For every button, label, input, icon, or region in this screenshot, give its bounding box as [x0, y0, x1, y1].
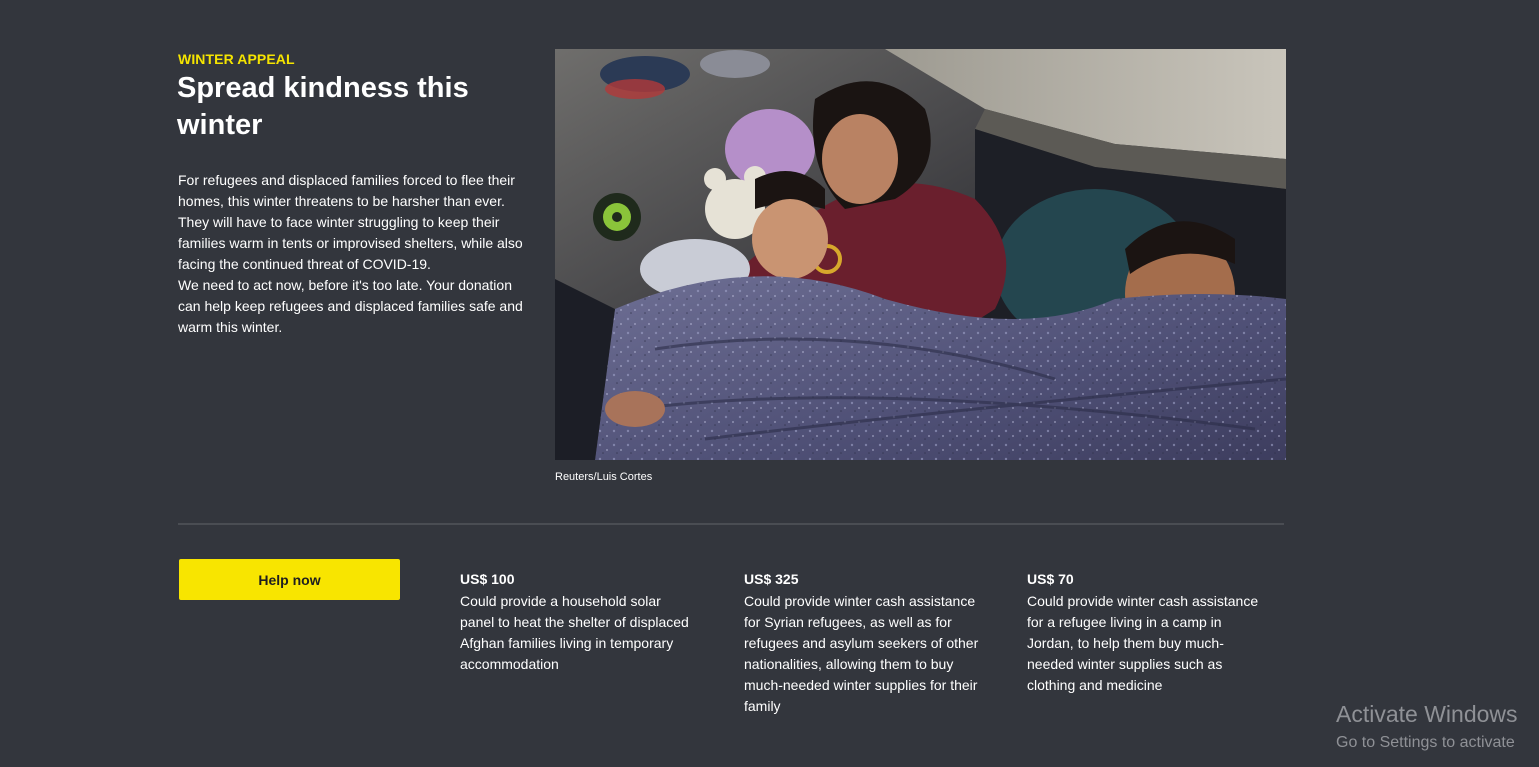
donation-tier: US$ 325 Could provide winter cash assist…: [744, 570, 984, 717]
donation-description: Could provide winter cash assistance for…: [1027, 593, 1259, 693]
photo-caption: Reuters/Luis Cortes: [555, 471, 653, 483]
winter-appeal-section: WINTER APPEAL Spread kindness this winte…: [0, 0, 1539, 767]
page-title: Spread kindness this winter: [177, 72, 469, 141]
activate-windows-watermark: Activate Windows Go to Settings to activ…: [1336, 700, 1518, 754]
donation-amount: US$ 100: [460, 571, 515, 587]
watermark-title: Activate Windows: [1336, 701, 1518, 727]
intro-body: For refugees and displaced families forc…: [178, 170, 528, 338]
intro-paragraph: We need to act now, before it's too late…: [178, 277, 523, 335]
section-divider: [178, 523, 1284, 525]
donation-tier: US$ 100 Could provide a household solar …: [460, 570, 692, 675]
donation-description: Could provide winter cash assistance for…: [744, 593, 979, 714]
watermark-subtitle: Go to Settings to activate: [1336, 734, 1515, 751]
eyebrow-label: WINTER APPEAL: [178, 51, 295, 67]
donation-tier: US$ 70 Could provide winter cash assista…: [1027, 570, 1267, 696]
help-now-button[interactable]: Help now: [179, 559, 400, 600]
hero-photo: [555, 49, 1286, 460]
intro-paragraph: For refugees and displaced families forc…: [178, 172, 515, 209]
donation-amount: US$ 70: [1027, 571, 1074, 587]
donation-description: Could provide a household solar panel to…: [460, 593, 689, 672]
intro-paragraph: They will have to face winter struggling…: [178, 214, 523, 272]
donation-amount: US$ 325: [744, 571, 799, 587]
